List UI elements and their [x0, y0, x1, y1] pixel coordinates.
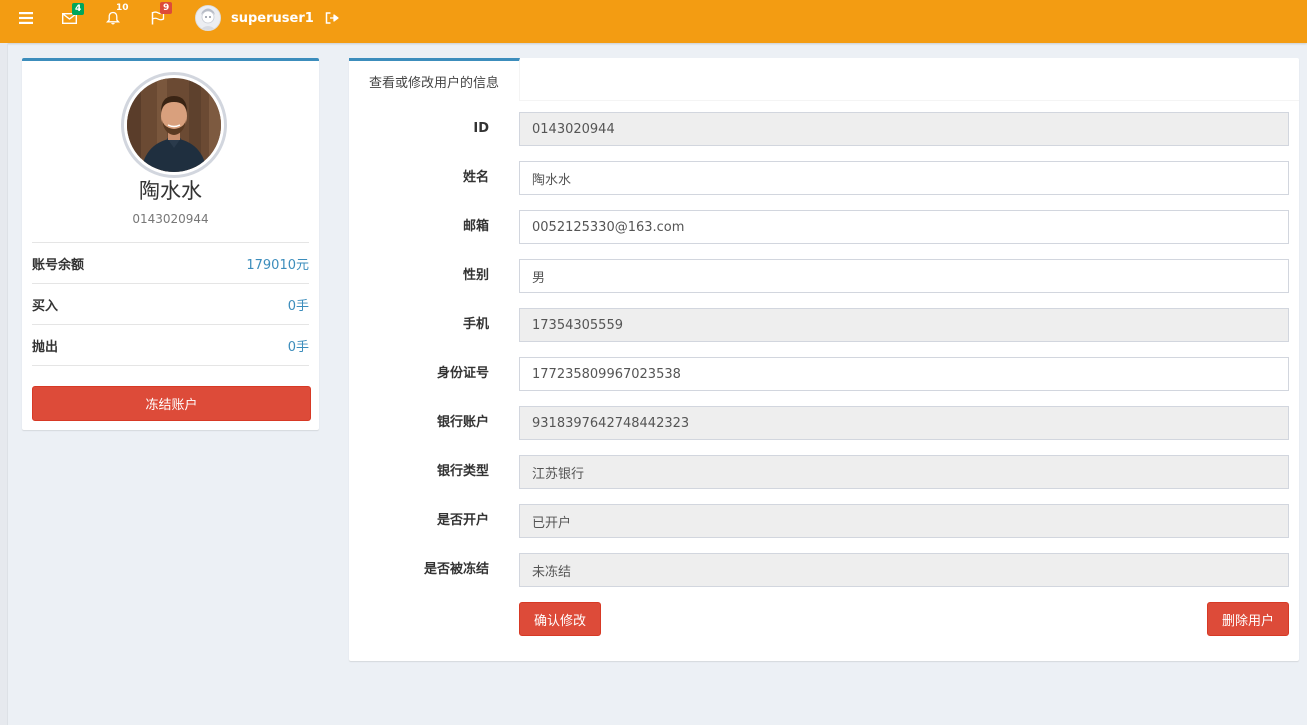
form-row-id: ID [349, 112, 1299, 146]
form-row-id-card: 身份证号 [349, 357, 1299, 391]
sidebar-edge [0, 43, 8, 725]
email-field[interactable] [519, 210, 1289, 244]
user-menu[interactable]: superuser1 [195, 0, 314, 36]
logout-button[interactable] [325, 0, 339, 36]
hamburger-icon [19, 12, 33, 24]
tasks-button[interactable]: 9 [151, 0, 173, 36]
profile-name: 陶水水 [139, 179, 202, 203]
form-row-frozen: 是否被冻结 [349, 553, 1299, 587]
stat-label: 账号余额 [32, 257, 85, 273]
messages-button[interactable]: 4 [62, 0, 85, 36]
id-field[interactable] [519, 112, 1289, 146]
user-info-panel: 查看或修改用户的信息 ID 姓名 邮箱 性别 手机 身份证号 银行账户 银行类型… [349, 58, 1299, 661]
stat-row-sell: 抛出 0手 [32, 324, 309, 365]
stat-row-buy: 买入 0手 [32, 283, 309, 324]
profile-id: 0143020944 [132, 212, 209, 226]
freeze-account-button[interactable]: 冻结账户 [32, 386, 311, 421]
field-label: ID [473, 121, 489, 136]
account-opened-field[interactable] [519, 504, 1289, 538]
form-row-gender: 性别 [349, 259, 1299, 293]
field-label: 银行类型 [436, 464, 489, 479]
id-card-field[interactable] [519, 357, 1289, 391]
field-label: 手机 [462, 317, 489, 332]
stat-value[interactable]: 0手 [288, 295, 309, 314]
field-label: 是否开户 [436, 513, 489, 528]
name-field[interactable] [519, 161, 1289, 195]
stat-label: 抛出 [32, 339, 59, 355]
form-row-phone: 手机 [349, 308, 1299, 342]
form-row-name: 姓名 [349, 161, 1299, 195]
form-row-bank-type: 银行类型 [349, 455, 1299, 489]
tasks-count-badge: 9 [160, 2, 173, 14]
tab-user-info[interactable]: 查看或修改用户的信息 [349, 58, 520, 101]
profile-card: 陶水水 0143020944 账号余额 179010元 买入 0手 抛出 0手 … [22, 58, 319, 430]
menu-toggle-button[interactable] [19, 0, 33, 36]
user-avatar [195, 5, 221, 31]
tab-bar: 查看或修改用户的信息 [349, 58, 1299, 101]
field-label: 姓名 [462, 170, 489, 185]
stat-value[interactable]: 0手 [288, 336, 309, 355]
form-row-account-opened: 是否开户 [349, 504, 1299, 538]
bank-type-field[interactable] [519, 455, 1289, 489]
avatar-icon [196, 6, 220, 30]
messages-count-badge: 4 [72, 3, 85, 15]
notifications-button[interactable]: 10 [106, 0, 129, 36]
frozen-status-field[interactable] [519, 553, 1289, 587]
field-label: 银行账户 [436, 415, 489, 430]
field-label: 邮箱 [462, 219, 489, 234]
confirm-edit-button[interactable]: 确认修改 [519, 602, 601, 636]
sign-out-icon [325, 12, 339, 24]
phone-field[interactable] [519, 308, 1289, 342]
bank-account-field[interactable] [519, 406, 1289, 440]
delete-user-button[interactable]: 删除用户 [1207, 602, 1289, 636]
notifications-count-badge: 10 [116, 3, 129, 13]
profile-photo [127, 78, 221, 172]
divider [32, 365, 309, 366]
field-label: 是否被冻结 [423, 562, 489, 577]
stat-row-balance: 账号余额 179010元 [32, 242, 309, 283]
stat-label: 买入 [32, 298, 59, 314]
stat-value[interactable]: 179010元 [246, 254, 309, 273]
field-label: 性别 [462, 268, 489, 283]
top-navbar: 4 10 9 superuser1 [0, 0, 1307, 43]
field-label: 身份证号 [436, 366, 489, 381]
profile-photo-frame [121, 72, 227, 178]
form-row-bank-account: 银行账户 [349, 406, 1299, 440]
form-row-email: 邮箱 [349, 210, 1299, 244]
username-label: superuser1 [231, 10, 314, 26]
gender-field[interactable] [519, 259, 1289, 293]
